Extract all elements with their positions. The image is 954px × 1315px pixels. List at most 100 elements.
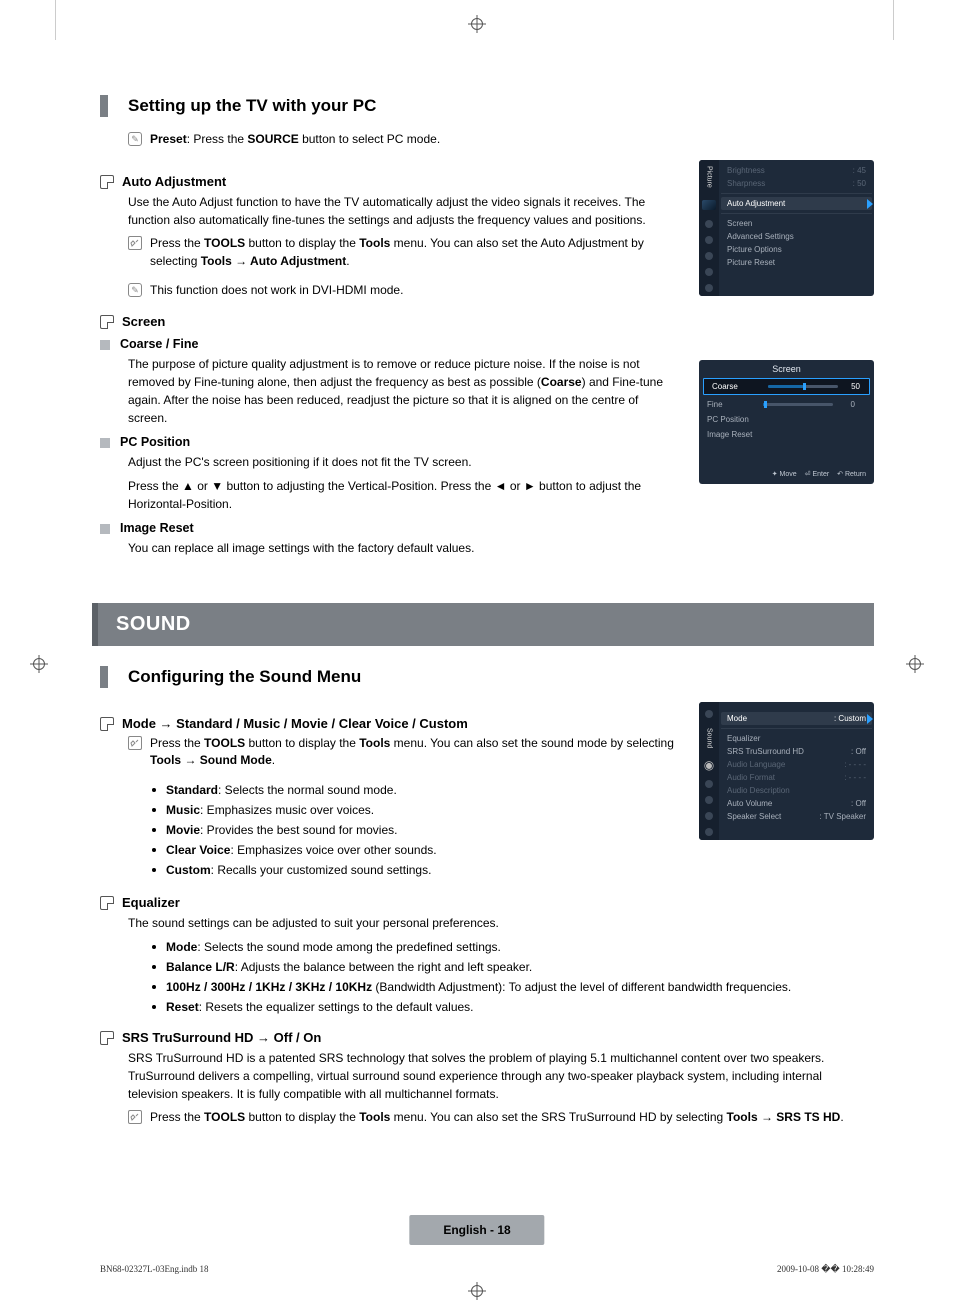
screen-row-coarse[interactable]: Coarse 50: [703, 378, 870, 395]
menu-row-options[interactable]: Picture Options: [721, 243, 872, 256]
menu-value: : TV Speaker: [819, 812, 866, 821]
slider-thumb[interactable]: [764, 401, 767, 408]
menu-label: Equalizer: [727, 734, 760, 743]
slider-fill: [768, 385, 803, 388]
subheading: Equalizer: [100, 895, 874, 910]
square-marker-icon: [100, 340, 110, 350]
menu-row-srs[interactable]: SRS TruSurround HD: Off: [721, 745, 872, 758]
menu-value: : 50: [853, 179, 866, 188]
menu-row-audio-desc: Audio Description: [721, 784, 872, 797]
menu-row-mode[interactable]: Mode : Custom: [721, 712, 872, 725]
menu-row-equalizer[interactable]: Equalizer: [721, 732, 872, 745]
bullet-list: Standard: Selects the normal sound mode.…: [152, 781, 679, 879]
registration-mark-icon: [30, 655, 48, 676]
menu-label: SRS TruSurround HD: [727, 747, 804, 756]
hint-label: Enter: [812, 471, 829, 478]
menu-row-advanced[interactable]: Advanced Settings: [721, 230, 872, 243]
body-text: The purpose of picture quality adjustmen…: [128, 355, 679, 427]
bullet-icon: [152, 868, 156, 872]
menu-value: : - - - -: [844, 760, 866, 769]
panel-title: Screen: [699, 360, 874, 376]
menu-tab-picture: Picture: [706, 164, 713, 190]
registration-mark-icon: [906, 655, 924, 676]
list-text: Reset: Resets the equalizer settings to …: [166, 998, 474, 1016]
subheading-text: Mode → Standard / Music / Movie / Clear …: [122, 716, 468, 731]
note-text: Press the TOOLS button to display the To…: [150, 735, 679, 770]
bullet-icon: [152, 848, 156, 852]
note-icon: ✎: [128, 283, 142, 297]
slider-track[interactable]: [768, 385, 838, 388]
menu-row-auto-adjustment[interactable]: Auto Adjustment: [721, 197, 872, 210]
menu-label: Auto Adjustment: [727, 199, 785, 208]
square-bullet-icon: [100, 175, 114, 189]
list-item: 100Hz / 300Hz / 1KHz / 3KHz / 10KHz (Ban…: [152, 978, 874, 996]
picture-menu-panel: Picture Brightness : 45: [699, 160, 874, 296]
tools-icon: [128, 1110, 142, 1124]
list-item: Clear Voice: Emphasizes voice over other…: [152, 841, 679, 859]
menu-tab-icon: [705, 236, 713, 244]
square-bullet-icon: [100, 717, 114, 731]
section-heading: Configuring the Sound Menu: [100, 666, 874, 688]
list-item-title: Image Reset: [120, 521, 194, 535]
divider: [721, 213, 872, 214]
registration-mark-icon: [468, 1282, 486, 1303]
menu-tab-icon: [705, 284, 713, 292]
list-item: Movie: Provides the best sound for movie…: [152, 821, 679, 839]
heading-accent-bar: [100, 95, 108, 117]
menu-tab-sound: Sound: [706, 726, 713, 750]
body-text: SRS TruSurround HD is a patented SRS tec…: [128, 1049, 874, 1103]
screen-menu-panel: Screen Coarse 50 Fine: [699, 360, 874, 484]
menu-row-speaker-select[interactable]: Speaker Select : TV Speaker: [721, 810, 872, 823]
note-icon: ✎: [128, 132, 142, 146]
subheading: Auto Adjustment: [100, 174, 679, 189]
menu-label: Audio Description: [727, 786, 790, 795]
screen-row-fine[interactable]: Fine 0: [699, 397, 874, 412]
note-text: This function does not work in DVI-HDMI …: [150, 282, 403, 299]
row-label: Coarse: [712, 382, 762, 391]
screen-row-image-reset[interactable]: Image Reset: [699, 427, 874, 442]
menu-value: : - - - -: [844, 773, 866, 782]
slider-thumb[interactable]: [803, 383, 806, 390]
body-text: Use the Auto Adjust function to have the…: [128, 193, 679, 229]
bullet-list: Mode: Selects the sound mode among the p…: [152, 938, 874, 1016]
list-item: Standard: Selects the normal sound mode.: [152, 781, 679, 799]
menu-value: : Off: [851, 799, 866, 808]
info-note: ✎ This function does not work in DVI-HDM…: [128, 282, 679, 299]
hint-label: Move: [780, 471, 797, 478]
list-item-heading: Coarse / Fine: [100, 337, 679, 351]
row-value: 0: [839, 400, 855, 409]
menu-side-tabs: Picture: [699, 160, 719, 296]
subheading-text: Equalizer: [122, 895, 180, 910]
menu-label: Speaker Select: [727, 812, 781, 821]
menu-row-audio-language: Audio Language: - - - -: [721, 758, 872, 771]
menu-tab-icon: [705, 252, 713, 260]
chevron-right-icon: [867, 199, 873, 209]
screen-row-pc-position[interactable]: PC Position: [699, 412, 874, 427]
thumbnail-icon: [702, 200, 716, 210]
divider: [721, 193, 872, 194]
crop-mark: [55, 0, 56, 40]
menu-row-reset[interactable]: Picture Reset: [721, 256, 872, 269]
bullet-icon: [152, 1005, 156, 1009]
body-text: Press the ▲ or ▼ button to adjusting the…: [128, 477, 679, 513]
menu-tab-icon: [705, 710, 713, 718]
subheading-text: Auto Adjustment: [122, 174, 226, 189]
square-bullet-icon: [100, 896, 114, 910]
menu-row-auto-volume[interactable]: Auto Volume: Off: [721, 797, 872, 810]
menu-row-screen[interactable]: Screen: [721, 217, 872, 230]
list-text: Clear Voice: Emphasizes voice over other…: [166, 841, 437, 859]
menu-row-sharpness: Sharpness : 50: [721, 177, 872, 190]
subheading-text: SRS TruSurround HD → Off / On: [122, 1030, 321, 1045]
heading-accent-bar: [100, 666, 108, 688]
list-item-title: Coarse / Fine: [120, 337, 199, 351]
sound-menu-panel: Sound ◉ Mode : Custom: [699, 702, 874, 840]
slider-track[interactable]: [763, 403, 833, 406]
menu-label: Picture Reset: [727, 258, 775, 267]
list-text: Mode: Selects the sound mode among the p…: [166, 938, 501, 956]
bullet-icon: [152, 945, 156, 949]
tools-note: Press the TOOLS button to display the To…: [128, 235, 679, 270]
menu-label: Mode: [727, 714, 747, 723]
list-item: Custom: Recalls your customized sound se…: [152, 861, 679, 879]
menu-tab-icon: [705, 828, 713, 836]
subheading: Screen: [100, 314, 679, 329]
